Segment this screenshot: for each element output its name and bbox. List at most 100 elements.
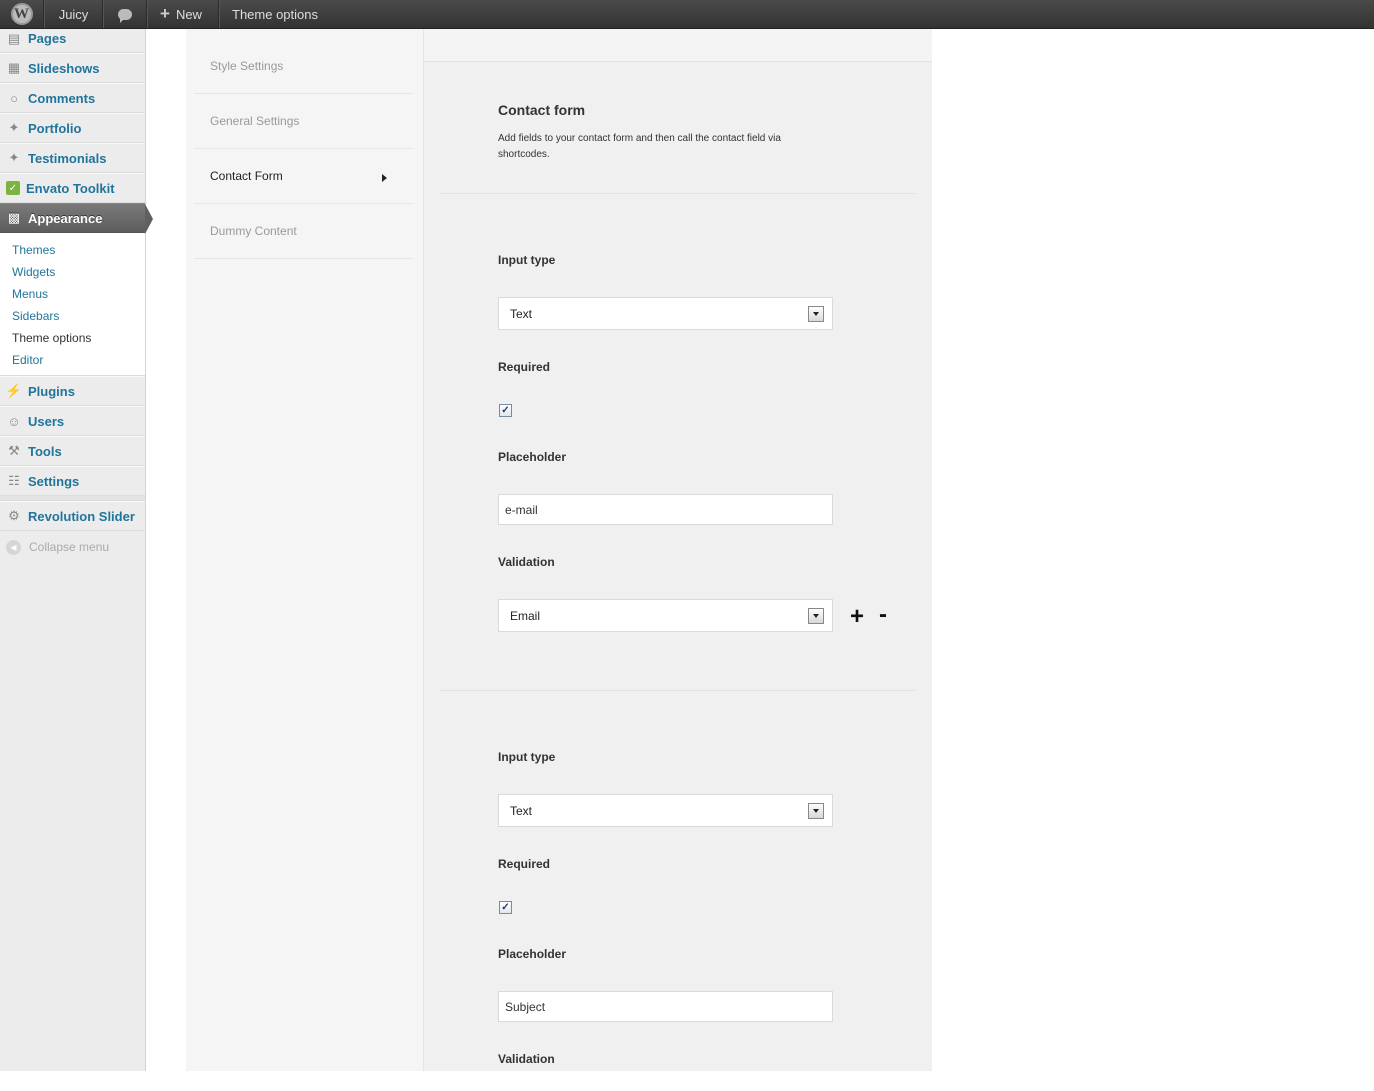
add-field-button[interactable]: + [850, 603, 864, 631]
required-label: Required [498, 360, 551, 374]
field-group: Input type Text Required ✓ Placeholder e… [440, 194, 916, 691]
plugins-icon: ⚡ [5, 383, 23, 398]
validation-select[interactable]: Email [498, 599, 833, 632]
admin-bar: W Juicy + New Theme options [0, 0, 1374, 29]
input-type-value: Text [510, 803, 533, 818]
menu-label-portfolio: Portfolio [28, 120, 82, 136]
menu-item-revolution-slider[interactable]: ⚙ Revolution Slider [0, 501, 145, 531]
input-type-select[interactable]: Text [498, 794, 833, 827]
admin-menu: ▤ Pages ▦ Slideshows ○ Comments ✦ Portfo… [0, 29, 153, 1071]
tools-icon: ⚒ [8, 443, 20, 458]
menu-label-slideshows: Slideshows [28, 60, 100, 76]
menu-label-revolution-slider: Revolution Slider [28, 508, 135, 524]
placeholder-input[interactable]: e-mail [498, 494, 833, 525]
menu-label-users: Users [28, 413, 65, 429]
appearance-icon: ▩ [7, 210, 21, 225]
placeholder-value: e-mail [505, 502, 538, 517]
tab-general-settings[interactable]: General Settings [194, 94, 413, 149]
menu-label-settings: Settings [28, 473, 80, 489]
dropdown-arrow-icon [808, 306, 824, 322]
menu-label-testimonials: Testimonials [28, 150, 107, 166]
comments-button[interactable] [103, 0, 147, 28]
submenu-item-theme-options[interactable]: Theme options [0, 327, 145, 349]
remove-field-button[interactable]: - [879, 601, 887, 629]
wordpress-icon: W [10, 3, 33, 25]
menu-item-testimonials[interactable]: ✦ Testimonials [0, 143, 145, 173]
required-checkbox[interactable]: ✓ [499, 404, 512, 417]
tab-label: Contact Form [210, 169, 283, 183]
menu-item-slideshows[interactable]: ▦ Slideshows [0, 53, 145, 83]
pin-icon: ✦ [8, 120, 20, 135]
tab-dummy-content[interactable]: Dummy Content [194, 204, 413, 259]
appearance-submenu: Themes Widgets Menus Sidebars Theme opti… [0, 233, 145, 376]
contact-form-content: Contact form Add fields to your contact … [423, 29, 932, 1071]
placeholder-input[interactable]: Subject [498, 991, 833, 1022]
menu-item-portfolio[interactable]: ✦ Portfolio [0, 113, 145, 143]
menu-item-envato-toolkit[interactable]: ✓ Envato Toolkit [0, 173, 145, 203]
submenu-item-themes[interactable]: Themes [0, 239, 145, 261]
collapse-menu-label: Collapse menu [29, 540, 110, 554]
comment-bubble-icon [118, 8, 132, 23]
dropdown-arrow-icon [808, 803, 824, 819]
current-page-label: Theme options [232, 6, 318, 22]
slideshows-icon: ▦ [7, 60, 21, 75]
menu-item-comments[interactable]: ○ Comments [0, 83, 145, 113]
theme-options-panel: Style Settings General Settings Contact … [186, 29, 932, 1071]
dropdown-arrow-icon [808, 608, 824, 624]
theme-options-tabs: Style Settings General Settings Contact … [186, 29, 423, 1071]
input-type-value: Text [510, 306, 533, 321]
input-type-label: Input type [498, 750, 556, 764]
input-type-label: Input type [498, 253, 556, 267]
validation-label: Validation [498, 555, 555, 569]
menu-label-comments: Comments [28, 90, 96, 106]
pages-icon: ▤ [7, 31, 21, 46]
content-top-bar [424, 29, 932, 62]
new-label: New [175, 6, 202, 22]
collapse-arrow-icon: ◀ [6, 539, 21, 555]
menu-label-pages: Pages [28, 31, 67, 46]
tab-style-settings[interactable]: Style Settings [194, 39, 413, 94]
required-label: Required [498, 857, 551, 871]
comments-icon: ○ [10, 90, 18, 106]
required-checkbox[interactable]: ✓ [499, 901, 512, 914]
menu-label-envato-toolkit: Envato Toolkit [26, 180, 115, 196]
menu-item-plugins[interactable]: ⚡ Plugins [0, 376, 145, 406]
menu-item-tools[interactable]: ⚒ Tools [0, 436, 145, 466]
gear-icon: ⚙ [8, 508, 20, 523]
users-icon: ☺ [7, 413, 21, 429]
wordpress-logo-button[interactable]: W [0, 0, 44, 28]
input-type-select[interactable]: Text [498, 297, 833, 330]
pin-icon: ✦ [8, 150, 20, 165]
section-description: Add fields to your contact form and then… [498, 133, 781, 160]
caret-right-icon [382, 174, 387, 182]
submenu-item-sidebars[interactable]: Sidebars [0, 305, 145, 327]
menu-item-users[interactable]: ☺ Users [0, 406, 145, 436]
site-name-link[interactable]: Juicy [44, 0, 103, 28]
field-group: Input type Text Required ✓ Placeholder S… [440, 691, 916, 1091]
menu-label-appearance: Appearance [28, 210, 103, 226]
tab-contact-form[interactable]: Contact Form [194, 149, 413, 204]
site-name: Juicy [58, 6, 89, 22]
submenu-item-editor[interactable]: Editor [0, 349, 145, 371]
plus-icon: + [160, 4, 170, 23]
collapse-menu-button[interactable]: ◀ Collapse menu [0, 531, 145, 563]
validation-value: Email [510, 608, 541, 623]
menu-item-settings[interactable]: ☷ Settings [0, 466, 145, 496]
menu-label-plugins: Plugins [28, 383, 75, 399]
envato-icon: ✓ [6, 181, 20, 195]
submenu-item-widgets[interactable]: Widgets [0, 261, 145, 283]
tab-label: Dummy Content [210, 224, 297, 238]
menu-item-pages[interactable]: ▤ Pages [0, 29, 145, 53]
placeholder-label: Placeholder [498, 450, 567, 464]
placeholder-value: Subject [505, 999, 546, 1014]
validation-label: Validation [498, 1052, 555, 1066]
menu-label-tools: Tools [28, 443, 62, 459]
theme-options-link[interactable]: Theme options [219, 0, 330, 28]
tab-label: General Settings [210, 114, 300, 128]
menu-item-appearance[interactable]: ▩ Appearance [0, 203, 153, 234]
tab-label: Style Settings [210, 59, 284, 73]
placeholder-label: Placeholder [498, 947, 567, 961]
settings-icon: ☷ [8, 473, 20, 488]
submenu-item-menus[interactable]: Menus [0, 283, 145, 305]
new-content-button[interactable]: + New [147, 0, 219, 28]
